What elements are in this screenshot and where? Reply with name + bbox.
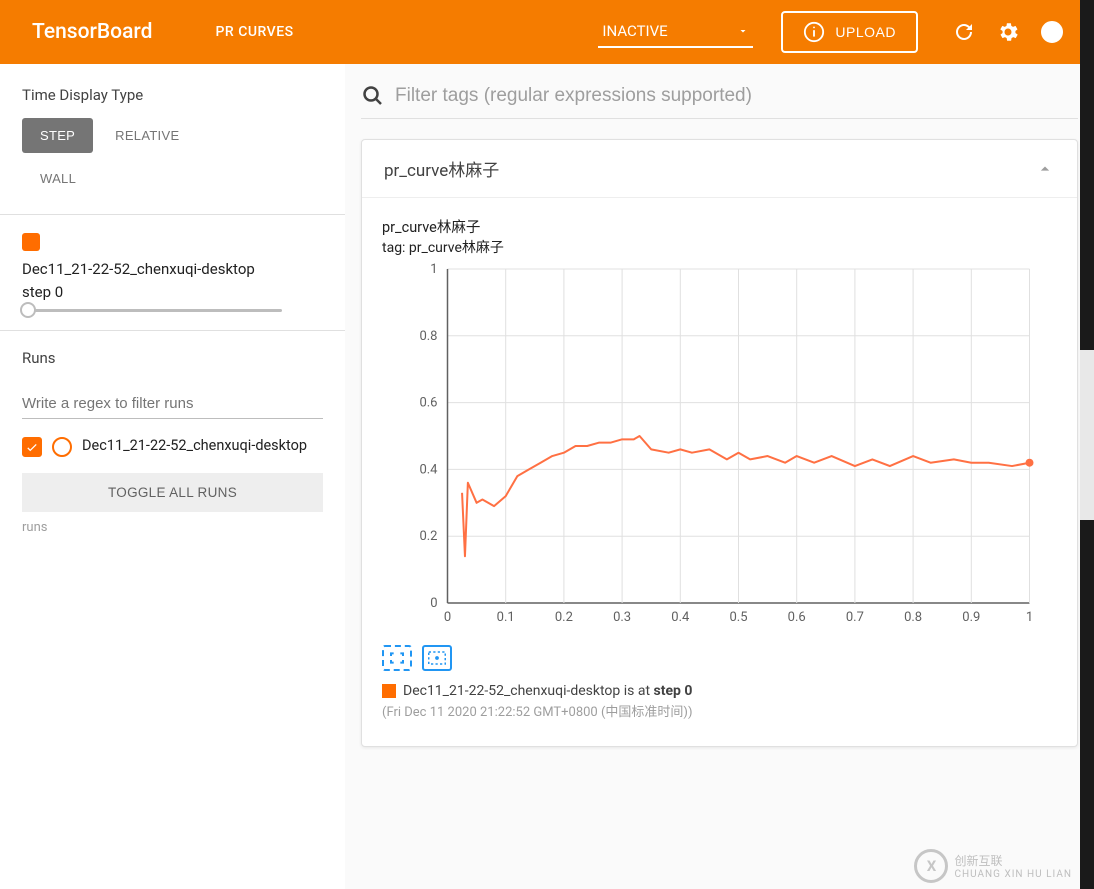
search-icon bbox=[361, 84, 385, 108]
main-content: pr_curve林麻子 pr_curve林麻子 tag: pr_curve林麻子… bbox=[345, 64, 1094, 889]
svg-text:0.2: 0.2 bbox=[555, 610, 573, 625]
info-icon bbox=[803, 21, 825, 43]
svg-text:0: 0 bbox=[444, 610, 451, 625]
selected-step-text: step 0 bbox=[22, 283, 323, 301]
chart-subtitle: tag: pr_curve林麻子 bbox=[382, 237, 1057, 257]
upload-label: UPLOAD bbox=[835, 24, 896, 40]
svg-text:0.9: 0.9 bbox=[962, 610, 980, 625]
scrollbar-thumb[interactable] bbox=[1080, 350, 1094, 520]
help-icon bbox=[1040, 20, 1064, 44]
run-row-label: Dec11_21-22-52_chenxuqi-desktop bbox=[82, 437, 307, 456]
runs-label: Runs bbox=[22, 349, 323, 367]
settings-button[interactable] bbox=[996, 20, 1020, 44]
run-radio[interactable] bbox=[52, 437, 72, 457]
time-display-relative-button[interactable]: RELATIVE bbox=[97, 118, 197, 153]
chevron-down-icon bbox=[737, 25, 749, 37]
runs-filter-input[interactable] bbox=[22, 389, 323, 419]
svg-text:0.4: 0.4 bbox=[419, 462, 438, 477]
svg-text:0.5: 0.5 bbox=[729, 610, 747, 625]
chart-title: pr_curve林麻子 bbox=[382, 216, 1057, 237]
legend-text: Dec11_21-22-52_chenxuqi-desktop is at st… bbox=[403, 683, 692, 699]
svg-text:0.6: 0.6 bbox=[419, 396, 437, 411]
sidebar: Time Display Type STEP RELATIVE WALL Dec… bbox=[0, 64, 345, 889]
reload-icon bbox=[952, 20, 976, 44]
toggle-all-runs-button[interactable]: TOGGLE ALL RUNS bbox=[22, 473, 323, 512]
inactive-plugins-dropdown[interactable]: INACTIVE bbox=[598, 16, 753, 48]
svg-text:0.2: 0.2 bbox=[419, 529, 437, 544]
runs-footer-label: runs bbox=[22, 520, 323, 535]
pr-curve-chart[interactable]: 0 0.2 0.4 0.6 0.8 1 0 0.1 0.2 0.3 0.4 0.5 0.6 0.7 0.8 0… bbox=[382, 261, 1057, 631]
svg-text:0: 0 bbox=[430, 596, 437, 611]
reload-button[interactable] bbox=[952, 20, 976, 44]
inactive-label: INACTIVE bbox=[602, 22, 667, 40]
svg-text:1: 1 bbox=[1026, 610, 1033, 625]
svg-text:1: 1 bbox=[430, 262, 437, 277]
watermark: X 创新互联 CHUANG XIN HU LIAN bbox=[914, 849, 1072, 883]
time-display-label: Time Display Type bbox=[22, 86, 323, 104]
upload-button[interactable]: UPLOAD bbox=[781, 11, 918, 53]
step-slider[interactable] bbox=[22, 309, 282, 312]
gear-icon bbox=[996, 20, 1020, 44]
chevron-up-icon bbox=[1035, 159, 1055, 179]
tag-card: pr_curve林麻子 pr_curve林麻子 tag: pr_curve林麻子… bbox=[361, 139, 1078, 747]
expand-icon bbox=[389, 651, 405, 665]
selected-run-swatch bbox=[22, 233, 40, 251]
run-checkbox[interactable] bbox=[22, 437, 42, 457]
tag-filter-input[interactable] bbox=[395, 85, 1078, 107]
tag-filter-row bbox=[361, 80, 1078, 119]
reset-view-icon bbox=[428, 651, 446, 665]
divider bbox=[0, 214, 345, 215]
run-row: Dec11_21-22-52_chenxuqi-desktop bbox=[22, 437, 323, 457]
svg-text:0.1: 0.1 bbox=[497, 610, 515, 625]
chart-toolbar bbox=[382, 645, 1057, 671]
app-header: TensorBoard PR CURVES INACTIVE UPLOAD bbox=[0, 0, 1094, 64]
svg-text:0.3: 0.3 bbox=[613, 610, 631, 625]
legend-swatch bbox=[382, 684, 396, 698]
reset-chart-button[interactable] bbox=[422, 645, 452, 671]
svg-text:0.4: 0.4 bbox=[671, 610, 690, 625]
watermark-logo: X bbox=[914, 849, 948, 883]
tag-card-header[interactable]: pr_curve林麻子 bbox=[362, 140, 1077, 198]
tab-pr-curves[interactable]: PR CURVES bbox=[207, 0, 301, 64]
watermark-sub: CHUANG XIN HU LIAN bbox=[954, 869, 1072, 880]
expand-chart-button[interactable] bbox=[382, 645, 412, 671]
svg-text:0.8: 0.8 bbox=[419, 329, 437, 344]
app-logo: TensorBoard bbox=[32, 20, 152, 44]
help-button[interactable] bbox=[1040, 20, 1064, 44]
time-display-step-button[interactable]: STEP bbox=[22, 118, 93, 153]
tag-card-title: pr_curve林麻子 bbox=[384, 156, 499, 181]
svg-text:0.7: 0.7 bbox=[846, 610, 864, 625]
divider bbox=[0, 330, 345, 331]
svg-text:0.6: 0.6 bbox=[788, 610, 806, 625]
legend-timestamp: (Fri Dec 11 2020 21:22:52 GMT+0800 (中国标准… bbox=[382, 701, 1057, 720]
time-display-wall-button[interactable]: WALL bbox=[22, 161, 94, 196]
chart-legend: Dec11_21-22-52_chenxuqi-desktop is at st… bbox=[382, 683, 1057, 699]
watermark-text: 创新互联 bbox=[954, 852, 1072, 869]
svg-text:0.8: 0.8 bbox=[904, 610, 922, 625]
selected-run-name: Dec11_21-22-52_chenxuqi-desktop bbox=[22, 259, 323, 279]
time-display-segmented: STEP RELATIVE WALL bbox=[22, 118, 323, 196]
